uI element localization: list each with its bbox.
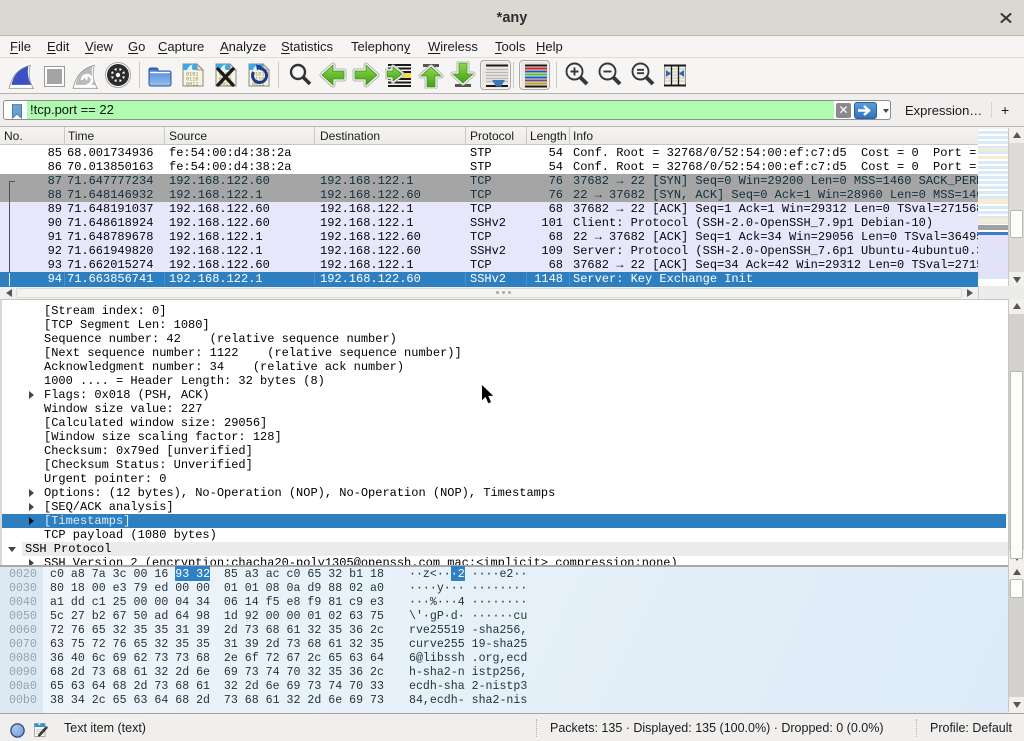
svg-text:0011: 0011 <box>186 82 198 88</box>
